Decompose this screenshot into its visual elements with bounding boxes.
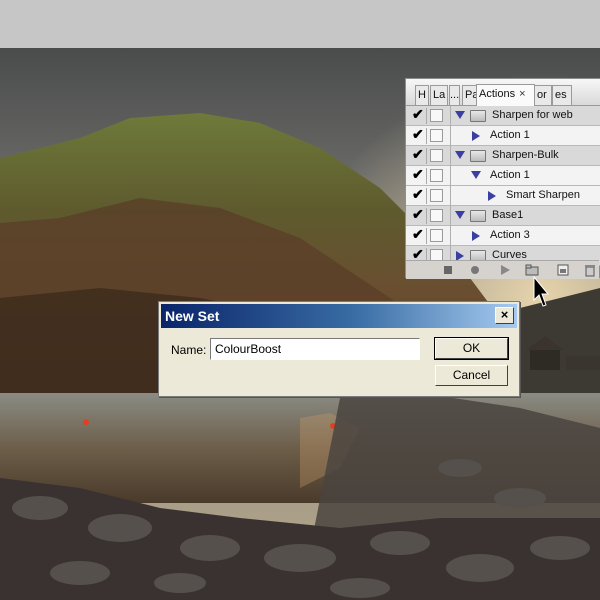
dialog-toggle-box[interactable] <box>430 189 443 202</box>
expand-down-icon[interactable] <box>455 111 465 119</box>
toggle-checkbox[interactable]: ✔ <box>409 106 427 124</box>
name-field[interactable] <box>210 338 420 360</box>
checkmark-icon: ✔ <box>412 206 424 222</box>
record-icon[interactable] <box>468 263 482 277</box>
tab-history[interactable]: H <box>415 85 429 105</box>
action-row[interactable]: ✔ Smart Sharpen <box>406 186 600 206</box>
column-divider <box>450 166 451 186</box>
action-row-label: Action 1 <box>490 169 530 181</box>
action-row-label: Sharpen-Bulk <box>492 149 559 161</box>
action-row[interactable]: ✔ Action 3 <box>406 226 600 246</box>
panel-tab-bar: H La ... Pa Actions × or es <box>406 79 600 106</box>
action-row-label: Action 1 <box>490 129 530 141</box>
checkmark-icon: ✔ <box>412 186 424 202</box>
checkmark-icon: ✔ <box>412 226 424 242</box>
toggle-checkbox[interactable]: ✔ <box>409 206 427 224</box>
folder-icon <box>470 150 486 162</box>
dialog-titlebar[interactable]: New Set × <box>161 304 517 328</box>
play-icon[interactable] <box>498 263 512 277</box>
action-row[interactable]: ✔ Action 1 <box>406 126 600 146</box>
dialog-title: New Set <box>165 308 220 324</box>
tab-colors[interactable]: or <box>534 85 552 105</box>
action-row-label: Smart Sharpen <box>506 189 580 201</box>
stop-icon[interactable] <box>441 263 455 277</box>
expand-down-icon[interactable] <box>455 151 465 159</box>
toggle-checkbox[interactable]: ✔ <box>409 226 427 244</box>
checkmark-icon: ✔ <box>412 106 424 122</box>
dialog-toggle-box[interactable] <box>430 129 443 142</box>
dialog-toggle-box[interactable] <box>430 149 443 162</box>
action-row[interactable]: ✔ Sharpen for web <box>406 106 600 126</box>
toggle-checkbox[interactable]: ✔ <box>409 186 427 204</box>
checkmark-icon: ✔ <box>412 146 424 162</box>
toggle-checkbox[interactable]: ✔ <box>409 146 427 164</box>
column-divider <box>450 146 451 166</box>
action-row[interactable]: ✔ Sharpen-Bulk <box>406 146 600 166</box>
action-row-label: Base1 <box>492 209 524 221</box>
close-button[interactable]: × <box>495 307 514 324</box>
expand-down-icon[interactable] <box>455 211 465 219</box>
new-set-dialog: New Set × Name: OK Cancel <box>158 301 520 397</box>
checkmark-icon: ✔ <box>412 166 424 182</box>
expand-right-icon[interactable] <box>472 131 480 141</box>
expand-right-icon[interactable] <box>472 231 480 241</box>
panel-toolbar <box>406 260 599 279</box>
toggle-checkbox[interactable]: ✔ <box>409 126 427 144</box>
actions-list: ✔ Sharpen for web ✔ Action 1 ✔ Sharpen-Bulk ✔ A… <box>406 106 600 266</box>
expand-right-icon[interactable] <box>488 191 496 201</box>
tab-actions[interactable]: Actions × <box>476 84 535 106</box>
dialog-toggle-box[interactable] <box>430 109 443 122</box>
folder-icon <box>470 110 486 122</box>
mouse-cursor-icon <box>533 275 550 313</box>
tab-more[interactable]: ... <box>449 85 460 105</box>
column-divider <box>450 106 451 126</box>
new-action-icon[interactable] <box>556 263 570 277</box>
tab-close-icon[interactable]: × <box>519 88 525 100</box>
new-set-icon[interactable] <box>525 263 539 277</box>
cancel-button[interactable]: Cancel <box>435 365 508 386</box>
column-divider <box>450 226 451 246</box>
dialog-toggle-box[interactable] <box>430 169 443 182</box>
expand-down-icon[interactable] <box>471 171 481 179</box>
checkmark-icon: ✔ <box>412 126 424 142</box>
dialog-toggle-box[interactable] <box>430 229 443 242</box>
tab-layers[interactable]: La <box>430 85 448 105</box>
name-label: Name: <box>171 343 207 357</box>
action-row[interactable]: ✔ Action 1 <box>406 166 600 186</box>
column-divider <box>450 126 451 146</box>
dialog-toggle-box[interactable] <box>430 209 443 222</box>
tab-actions-label: Actions <box>479 88 516 100</box>
trash-icon[interactable] <box>583 263 597 277</box>
folder-icon <box>470 210 486 222</box>
column-divider <box>450 206 451 226</box>
column-divider <box>450 186 451 206</box>
toggle-checkbox[interactable]: ✔ <box>409 166 427 184</box>
ok-button[interactable]: OK <box>434 337 509 360</box>
action-row-label: Action 3 <box>490 229 530 241</box>
action-row[interactable]: ✔ Base1 <box>406 206 600 226</box>
action-row-label: Sharpen for web <box>492 109 573 121</box>
actions-panel: H La ... Pa Actions × or es ✔ Sharpen for … <box>405 78 600 279</box>
tab-styles[interactable]: es <box>552 85 572 105</box>
